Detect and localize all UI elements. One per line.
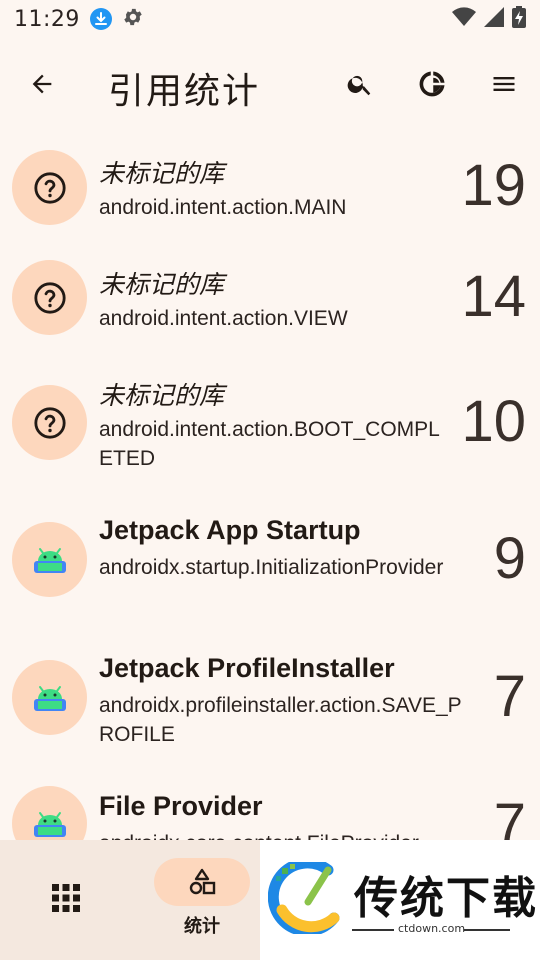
- list-item-title: 未标记的库: [99, 270, 225, 299]
- list-item[interactable]: 未标记的库 android.intent.action.VIEW 14: [0, 240, 540, 352]
- list-item[interactable]: 未标记的库 android.intent.action.MAIN 19: [0, 128, 540, 240]
- list-item-avatar: [12, 260, 87, 335]
- search-icon: [347, 75, 371, 96]
- battery-charging-icon: [512, 6, 526, 32]
- android-icon: [33, 547, 66, 573]
- list-item-subtitle: androidx.startup.InitializationProvider: [99, 556, 444, 579]
- list-item-count: 10: [461, 389, 526, 454]
- list-item-title: File Provider: [99, 791, 263, 821]
- download-icon: [89, 8, 112, 30]
- question-icon: [33, 406, 66, 439]
- menu-icon: [493, 77, 515, 91]
- status-time: 11:29: [14, 6, 80, 32]
- nav-stats-label: 统计: [184, 916, 220, 937]
- nav-stats-button[interactable]: [154, 858, 250, 906]
- list-item-subtitle: android.intent.action.VIEW: [99, 307, 348, 330]
- list-item-avatar: [12, 660, 87, 735]
- list-item-avatar: [12, 522, 87, 597]
- wifi-icon: [452, 7, 476, 31]
- watermark-url: ctdown.com: [398, 922, 466, 935]
- list-item-avatar: [12, 150, 87, 225]
- list-item-subtitle: android.intent.action.BOOT_COMPLETED: [99, 418, 440, 470]
- list-item[interactable]: Jetpack ProfileInstaller androidx.profil…: [0, 628, 540, 766]
- list-item-title: 未标记的库: [99, 381, 225, 410]
- chart-button[interactable]: [404, 56, 460, 112]
- menu-button[interactable]: [476, 56, 532, 112]
- watermark-line-right: [464, 929, 510, 931]
- gear-icon: [122, 6, 144, 32]
- page-title: 引用统计: [108, 71, 261, 112]
- shapes-icon: [189, 868, 216, 895]
- watermark-line-left: [352, 929, 394, 931]
- list-item-count: 14: [461, 264, 526, 329]
- list-item-count: 19: [461, 153, 526, 218]
- search-button[interactable]: [332, 56, 388, 112]
- top-app-bar: 引用统计: [0, 48, 540, 120]
- list-item-count: 9: [493, 526, 526, 591]
- watermark-text: 传统下载: [354, 873, 538, 924]
- question-icon: [33, 171, 66, 204]
- list-item-subtitle: android.intent.action.MAIN: [99, 196, 347, 219]
- android-icon: [33, 811, 66, 837]
- apps-grid-icon: [52, 884, 80, 912]
- list-item-title: 未标记的库: [99, 159, 225, 188]
- list-item-title: Jetpack App Startup: [99, 515, 361, 545]
- signal-icon: [484, 7, 504, 31]
- list-item[interactable]: 未标记的库 android.intent.action.BOOT_COMPLET…: [0, 352, 540, 490]
- status-bar: 11:29: [0, 0, 540, 38]
- list-item-avatar: [12, 385, 87, 460]
- ctdown-logo-icon: [268, 862, 340, 934]
- question-icon: [33, 281, 66, 314]
- android-icon: [33, 685, 66, 711]
- back-button[interactable]: [14, 56, 70, 112]
- list-item[interactable]: Jetpack App Startup androidx.startup.Ini…: [0, 490, 540, 628]
- watermark-logo: 传统下载 ctdown.com: [260, 840, 540, 960]
- list-item-count: 7: [493, 664, 526, 729]
- chart-icon: [419, 71, 445, 97]
- back-arrow-icon: [32, 74, 52, 94]
- list-item-title: Jetpack ProfileInstaller: [99, 653, 395, 683]
- nav-apps-button[interactable]: [52, 884, 80, 916]
- list-item-subtitle: androidx.profileinstaller.action.SAVE_PR…: [99, 694, 462, 746]
